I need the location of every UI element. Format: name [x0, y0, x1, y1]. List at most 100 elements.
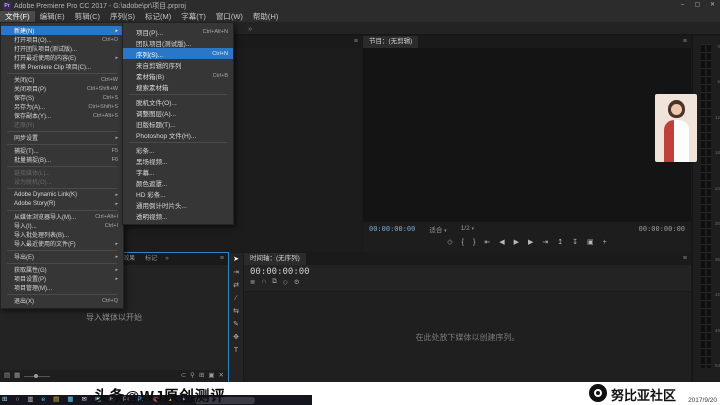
file-menu-item-22[interactable]: 导出(E)▸ [1, 252, 123, 261]
new-submenu-item-8[interactable]: 旧版标题(T)... [123, 118, 233, 129]
extract-icon[interactable]: ↧ [572, 238, 578, 248]
file-menu-item-4[interactable]: 转换 Premiere Clip 项目(C)... [1, 62, 123, 71]
project-tab-5[interactable]: 标记 [140, 253, 162, 265]
file-menu-item-11[interactable]: 同步设置▸ [1, 133, 123, 142]
file-menu-item-9[interactable]: 保存副本(Y)...Ctrl+Alt+S [1, 111, 123, 120]
new-bin-icon[interactable]: ⊞ [199, 370, 204, 382]
pen-tool[interactable]: ✎ [233, 321, 239, 329]
file-menu-item-24[interactable]: 项目设置(P)▸ [1, 274, 123, 283]
file-menu-item-13[interactable]: 批量捕捉(B)...F6 [1, 155, 123, 164]
file-menu-item-19[interactable]: 导入(I)...Ctrl+I [1, 221, 123, 230]
panel-menu-icon[interactable]: ≡ [216, 253, 228, 265]
file-menu-item-20[interactable]: 导入批处理列表(B)... [1, 230, 123, 239]
zoom-slider[interactable] [24, 376, 50, 377]
lift-icon[interactable]: ↥ [557, 238, 563, 248]
close-button[interactable]: ✕ [705, 0, 720, 11]
menubar-item-5[interactable]: 字幕(T) [176, 11, 211, 22]
file-menu-item-16[interactable]: Adobe Dynamic Link(K)▸ [1, 190, 123, 199]
new-submenu-item-0[interactable]: 项目(P)...Ctrl+Alt+N [123, 26, 233, 37]
panel-menu-icon[interactable]: ≡ [679, 36, 691, 48]
tab-overflow-icon[interactable]: » [162, 253, 172, 265]
menubar-item-4[interactable]: 标记(M) [140, 11, 176, 22]
new-submenu-item-1[interactable]: 团队项目(测试版)... [123, 37, 233, 48]
new-submenu-item-14[interactable]: HD 彩条... [123, 188, 233, 199]
menubar-item-2[interactable]: 剪辑(C) [70, 11, 105, 22]
selection-tool[interactable]: ➤ [233, 256, 239, 264]
razor-tool[interactable]: ∕ [235, 295, 236, 303]
task-view-icon[interactable]: ▥ [27, 395, 33, 405]
linked-selection-icon[interactable]: ⧉ [272, 278, 277, 286]
step-back-icon[interactable]: ◀ [499, 238, 504, 248]
add-marker-icon[interactable]: ◇ [447, 238, 452, 248]
workspace-overflow-icon[interactable]: » [248, 24, 252, 33]
file-menu-item-7[interactable]: 保存(S)Ctrl+S [1, 93, 123, 102]
file-menu-item-23[interactable]: 获取属性(G)▸ [1, 265, 123, 274]
new-submenu-item-9[interactable]: Photoshop 文件(H)... [123, 129, 233, 140]
new-submenu-item-12[interactable]: 字幕... [123, 166, 233, 177]
zoom-slider-knob[interactable] [34, 374, 38, 378]
file-menu-item-25[interactable]: 项目管理(M)... [1, 283, 123, 292]
automate-to-sequence-icon[interactable]: ⊂ [181, 370, 186, 382]
file-menu-item-26[interactable]: 退出(X)Ctrl+Q [1, 296, 123, 305]
timeline-settings-icon[interactable]: ⚙ [294, 278, 300, 286]
new-item-icon[interactable]: ▣ [208, 370, 214, 382]
new-submenu-item-2[interactable]: 序列(S)...Ctrl+N [123, 48, 233, 59]
type-tool[interactable]: T [234, 347, 238, 355]
new-submenu-item-11[interactable]: 黑场视频... [123, 155, 233, 166]
new-submenu-item-13[interactable]: 颜色遮罩... [123, 177, 233, 188]
menubar-item-1[interactable]: 编辑(E) [35, 11, 70, 22]
new-submenu-item-6[interactable]: 脱机文件(O)... [123, 96, 233, 107]
new-submenu-item-5[interactable]: 搜索素材箱 [123, 81, 233, 92]
add-marker-icon[interactable]: ◇ [283, 278, 288, 286]
export-frame-icon[interactable]: ▣ [587, 238, 594, 248]
new-submenu-item-4[interactable]: 素材箱(B)Ctrl+B [123, 70, 233, 81]
file-menu-item-10[interactable]: 还原(R) [1, 120, 123, 129]
panel-menu-icon[interactable]: ≡ [350, 36, 362, 48]
maximize-button[interactable]: ▢ [690, 0, 705, 11]
menubar-item-3[interactable]: 序列(S) [105, 11, 140, 22]
menubar-item-0[interactable]: 文件(F) [0, 11, 35, 22]
file-menu-item-17[interactable]: Adobe Story(R)▸ [1, 199, 123, 208]
snap-icon[interactable]: ∩ [261, 278, 266, 286]
nested-sequence-icon[interactable]: ≣ [250, 278, 255, 286]
ripple-edit-tool[interactable]: ⇄ [233, 282, 239, 290]
file-menu-item-1[interactable]: 打开项目(O)...Ctrl+O [1, 35, 123, 44]
slip-tool[interactable]: ⇆ [233, 308, 239, 316]
minimize-button[interactable]: – [675, 0, 690, 11]
file-menu-item-12[interactable]: 捕捉(T)...F5 [1, 146, 123, 155]
new-submenu-item-7[interactable]: 调整图层(A)... [123, 107, 233, 118]
program-monitor-tab[interactable]: 节目：(无剪辑) [363, 36, 418, 48]
playback-resolution-dropdown[interactable]: 1/2 ▾ [461, 225, 474, 232]
edge-icon[interactable]: e [42, 395, 46, 405]
mark-in-icon[interactable]: { [462, 238, 464, 248]
menubar-item-6[interactable]: 窗口(W) [211, 11, 248, 22]
file-menu-item-5[interactable]: 关闭(C)Ctrl+W [1, 75, 123, 84]
hand-tool[interactable]: ✥ [233, 334, 239, 342]
file-menu-item-18[interactable]: 从媒体浏览器导入(M)...Ctrl+Alt+I [1, 212, 123, 221]
timeline-tab[interactable]: 时间轴：(无序列) [244, 253, 306, 265]
new-submenu-item-15[interactable]: 通用倒计时片头... [123, 199, 233, 210]
zoom-level-dropdown[interactable]: 适合 ▾ [429, 224, 446, 234]
play-icon[interactable]: ▶ [514, 238, 519, 248]
file-menu-item-3[interactable]: 打开最近使用的内容(E)▸ [1, 53, 123, 62]
mail-icon[interactable]: ✉ [81, 395, 86, 405]
file-menu-item-0[interactable]: 新建(N)▸ [1, 26, 123, 35]
file-menu-item-6[interactable]: 关闭项目(P)Ctrl+Shift+W [1, 84, 123, 93]
step-forward-icon[interactable]: ▶ [528, 238, 533, 248]
file-menu-item-15[interactable]: 设为脱机(O)... [1, 177, 123, 186]
track-select-tool[interactable]: ⇥ [233, 269, 239, 277]
clear-icon[interactable]: ✕ [219, 370, 224, 382]
mark-out-icon[interactable]: } [473, 238, 475, 248]
button-editor-icon[interactable]: + [603, 238, 607, 248]
file-menu-item-21[interactable]: 导入最近使用的文件(F)▸ [1, 239, 123, 248]
file-menu-item-8[interactable]: 另存为(A)...Ctrl+Shift+S [1, 102, 123, 111]
new-submenu-item-3[interactable]: 来自剪辑的序列 [123, 59, 233, 70]
go-to-out-icon[interactable]: ⇥ [542, 238, 548, 248]
store-icon[interactable]: ▦ [67, 395, 73, 405]
find-icon[interactable]: ⚲ [190, 370, 195, 382]
new-submenu-item-10[interactable]: 彩条... [123, 144, 233, 155]
file-menu-item-2[interactable]: 打开团队项目(测试版)... [1, 44, 123, 53]
file-menu-item-14[interactable]: 链接媒体(L)... [1, 168, 123, 177]
start-button[interactable]: ⊞ [2, 395, 7, 405]
panel-menu-icon[interactable]: ≡ [679, 253, 691, 265]
